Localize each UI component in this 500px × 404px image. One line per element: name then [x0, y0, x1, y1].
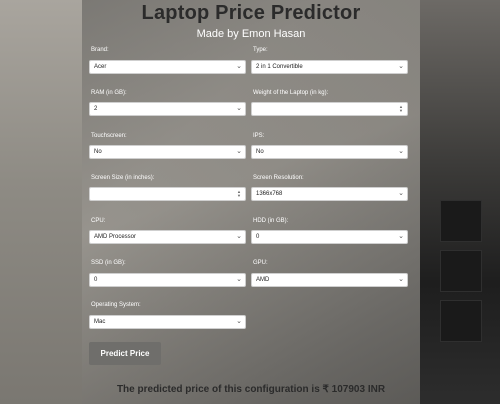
chevron-down-icon: ⌄: [236, 105, 242, 112]
brand-value: Acer: [94, 64, 107, 70]
chevron-down-icon: ⌄: [398, 233, 404, 240]
chevron-down-icon: ⌄: [398, 190, 404, 197]
keyboard-key-decoration: [440, 300, 482, 342]
gpu-value: AMD: [256, 277, 270, 283]
ips-label: IPS:: [253, 133, 265, 139]
page-title: Laptop Price Predictor: [141, 2, 361, 24]
hdd-value: 0: [256, 234, 260, 240]
touchscreen-select[interactable]: No ⌄: [89, 145, 246, 159]
keyboard-key-decoration: [440, 250, 482, 292]
chevron-down-icon: ⌄: [398, 63, 404, 70]
brand-select[interactable]: Acer ⌄: [89, 60, 246, 74]
ram-label: RAM (in GB):: [91, 90, 127, 96]
hdd-label: HDD (in GB):: [253, 218, 289, 224]
type-value: 2 in 1 Convertible: [256, 64, 303, 70]
os-label: Operating System:: [91, 302, 141, 308]
os-select[interactable]: Mac ⌄: [89, 315, 246, 329]
predict-price-button[interactable]: Predict Price: [89, 342, 161, 365]
touchscreen-label: Touchscreen:: [91, 133, 127, 139]
screen-resolution-select[interactable]: 1366x768 ⌄: [251, 187, 408, 201]
cpu-value: AMD Processor: [94, 234, 137, 240]
weight-label: Weight of the Laptop (in kg):: [253, 90, 329, 96]
ips-select[interactable]: No ⌄: [251, 145, 408, 159]
keyboard-key-decoration: [440, 200, 482, 242]
screen-resolution-label: Screen Resolution:: [253, 175, 304, 181]
chevron-down-icon: ⌄: [236, 276, 242, 283]
ssd-label: SSD (in GB):: [91, 260, 126, 266]
prediction-result: The predicted price of this configuratio…: [116, 384, 386, 395]
type-label: Type:: [253, 47, 268, 53]
number-spinner-icon[interactable]: ▲ ▼: [398, 105, 404, 113]
cpu-label: CPU:: [91, 218, 106, 224]
chevron-down-icon: ⌄: [398, 276, 404, 283]
ssd-select[interactable]: 0 ⌄: [89, 273, 246, 287]
hdd-select[interactable]: 0 ⌄: [251, 230, 408, 244]
weight-input[interactable]: ▲ ▼: [251, 102, 408, 116]
type-select[interactable]: 2 in 1 Convertible ⌄: [251, 60, 408, 74]
background-right: [420, 0, 500, 404]
screen-resolution-value: 1366x768: [256, 191, 283, 197]
number-spinner-icon[interactable]: ▲ ▼: [236, 190, 242, 198]
chevron-down-icon: ⌄: [398, 148, 404, 155]
chevron-down-icon: ⌄: [236, 148, 242, 155]
screen-size-input[interactable]: ▲ ▼: [89, 187, 246, 201]
ram-select[interactable]: 2 ⌄: [89, 102, 246, 116]
page-subtitle: Made by Emon Hasan: [196, 28, 306, 40]
gpu-select[interactable]: AMD ⌄: [251, 273, 408, 287]
cpu-select[interactable]: AMD Processor ⌄: [89, 230, 246, 244]
background-left: [0, 0, 82, 404]
ram-value: 2: [94, 106, 98, 112]
chevron-down-icon: ⌄: [236, 233, 242, 240]
ssd-value: 0: [94, 277, 98, 283]
touchscreen-value: No: [94, 149, 102, 155]
gpu-label: GPU:: [253, 260, 268, 266]
screen-size-label: Screen Size (in inches):: [91, 175, 155, 181]
chevron-down-icon: ⌄: [236, 318, 242, 325]
os-value: Mac: [94, 319, 106, 325]
chevron-down-icon: ⌄: [236, 63, 242, 70]
ips-value: No: [256, 149, 264, 155]
brand-label: Brand:: [91, 47, 109, 53]
